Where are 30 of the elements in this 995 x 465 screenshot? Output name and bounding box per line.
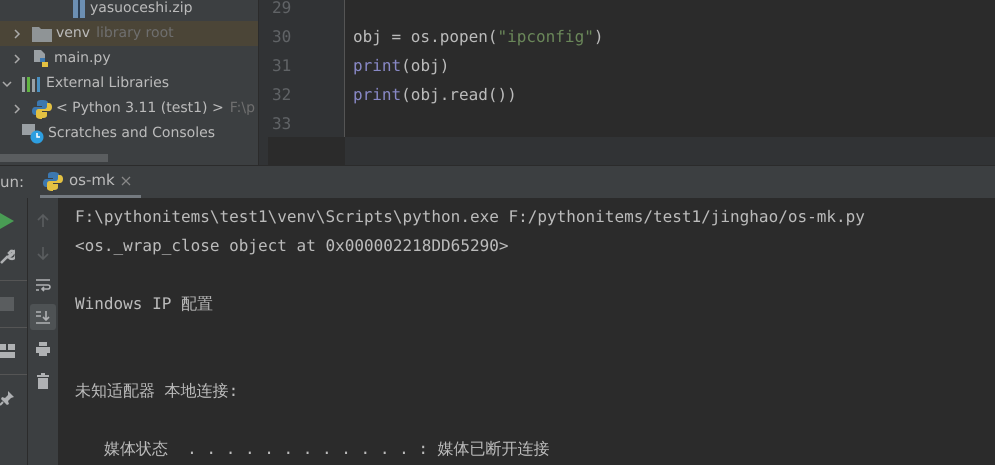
console-line: 媒体状态 . . . . . . . . . . . . : 媒体已断开连接 <box>102 438 551 460</box>
library-icon <box>22 76 42 92</box>
scrollbar-thumb[interactable] <box>0 154 108 162</box>
tree-item-label: < Python 3.11 (test1) > <box>56 99 224 118</box>
scratch-clock-icon <box>22 124 44 144</box>
code-line: print(obj.read()) <box>353 84 518 106</box>
tree-item-label: main.py <box>54 49 111 68</box>
tree-item[interactable]: Scratches and Consoles <box>0 121 258 146</box>
python-logo-icon <box>32 98 52 118</box>
scroll-to-end-icon[interactable] <box>30 304 56 330</box>
tree-item-label: venv <box>56 24 90 43</box>
code-line: print(obj) <box>353 55 450 77</box>
zip-file-icon <box>72 0 86 18</box>
close-icon[interactable] <box>120 176 131 186</box>
tree-item-label: External Libraries <box>46 74 169 93</box>
tree-item[interactable]: External Libraries <box>0 71 258 96</box>
folder-icon <box>32 26 52 42</box>
console-line: <os._wrap_close object at 0x000002218DD65290> <box>75 235 510 257</box>
python-logo-icon <box>43 170 63 190</box>
tree-item-label: yasuoceshi.zip <box>90 0 193 18</box>
python-file-icon <box>32 50 50 68</box>
code-line: obj = os.popen("ipconfig") <box>353 26 604 48</box>
console-line: Windows IP 配置 <box>75 293 214 315</box>
tree-item[interactable]: yasuoceshi.zip <box>0 0 258 21</box>
run-label: un: <box>0 172 26 193</box>
console-line: F:\pythonitems\test1\venv\Scripts\python.exe F:/pythonitems/test1/jinghao/os-mk.py <box>75 206 866 228</box>
tree-item[interactable]: main.py <box>0 46 258 71</box>
console-line: 未知适配器 本地连接: <box>75 380 240 402</box>
tree-item-label: Scratches and Consoles <box>48 124 215 143</box>
run-tab[interactable]: os-mk <box>40 166 141 198</box>
